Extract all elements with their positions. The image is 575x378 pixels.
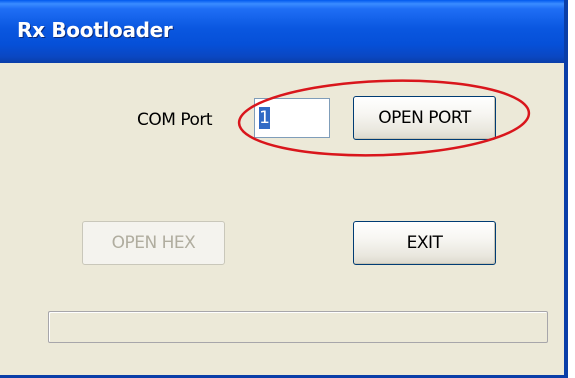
exit-button[interactable]: EXIT [353, 221, 496, 265]
com-port-input[interactable]: 1 [254, 98, 330, 138]
bootloader-window: Rx Bootloader COM Port 1 OPEN PORT OPEN … [0, 0, 568, 378]
progress-bar [48, 311, 548, 343]
open-hex-button: OPEN HEX [82, 221, 225, 265]
window-title: Rx Bootloader [17, 18, 173, 42]
title-bar[interactable]: Rx Bootloader [0, 0, 564, 63]
com-port-value: 1 [259, 107, 270, 129]
open-port-button[interactable]: OPEN PORT [353, 96, 496, 140]
com-port-label: COM Port [137, 110, 213, 130]
